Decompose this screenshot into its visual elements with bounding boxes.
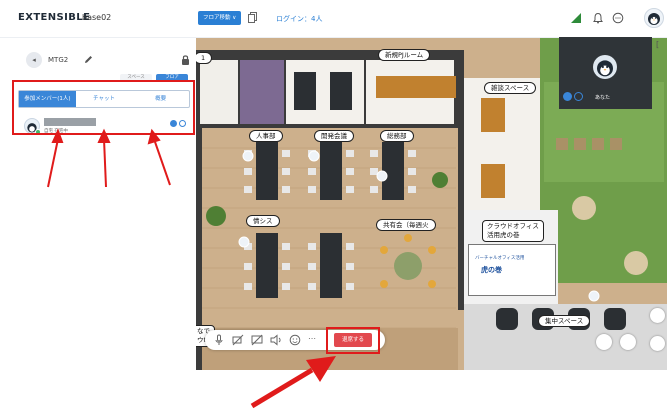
copy-icon[interactable]	[248, 12, 257, 23]
floor-move-button[interactable]: フロア移動 ∨	[198, 11, 242, 25]
room-header: ◂ MTG2	[26, 52, 192, 68]
user-avatar[interactable]	[644, 8, 664, 28]
shared-screen-thumbnail[interactable]: バーチャルオフィス活用 虎の巻	[468, 244, 556, 296]
room-label-info-sys: 情シス	[246, 215, 280, 227]
camera-video-icon[interactable]	[574, 92, 583, 101]
room-label-new-pj: 新規PJルーム	[378, 49, 431, 61]
room-label-cloud-office-line1: クラウドオフィス	[487, 222, 539, 230]
back-icon[interactable]: ◂	[26, 52, 42, 68]
room-label-dev-meeting: 開発会議	[314, 130, 354, 142]
screen-share-off-icon[interactable]	[251, 334, 263, 346]
room-label-partial: 1	[196, 52, 213, 64]
penguin-icon	[648, 13, 660, 25]
room-label-hr: 人事部	[249, 130, 283, 142]
chat-icon[interactable]	[612, 12, 624, 24]
camera-avatar	[593, 55, 617, 79]
lock-icon[interactable]	[181, 54, 190, 65]
app-root: EXTENSIBLE base02 フロア移動 ∨ ログイン：4人 ◂ MTG2…	[0, 0, 667, 413]
more-icon[interactable]: ⋯	[308, 334, 316, 343]
workspace-name: base02	[82, 13, 112, 22]
locate-icon[interactable]	[620, 334, 636, 350]
app-logo: EXTENSIBLE	[18, 12, 91, 23]
pencil-icon[interactable]	[84, 55, 93, 64]
room-label-focus-space: 集中スペース	[538, 315, 591, 327]
emoji-icon[interactable]	[289, 334, 301, 346]
camera-preview: あなた	[559, 37, 652, 109]
zoom-in-icon[interactable]	[596, 334, 612, 350]
speaker-icon[interactable]	[270, 334, 282, 346]
room-label-general-affairs: 総務部	[380, 130, 414, 142]
signal-icon	[571, 13, 581, 23]
side-comment-icon[interactable]	[650, 336, 665, 351]
penguin-icon	[597, 60, 613, 77]
room-label-cloud-office: クラウドオフィス 活用虎の巻	[482, 220, 544, 242]
camera-user-name: あなた	[595, 95, 611, 101]
login-count: ログイン：4人	[276, 15, 323, 23]
annotation-arrows-sidebar	[47, 128, 171, 188]
expand-icon[interactable]: [	[656, 40, 659, 49]
camera-mic-icon[interactable]	[563, 92, 572, 101]
room-label-cloud-office-line2: 活用虎の巻	[487, 231, 520, 239]
top-header: EXTENSIBLE base02 フロア移動 ∨ ログイン：4人	[0, 0, 667, 38]
camera-off-icon[interactable]	[232, 334, 244, 346]
room-label-chat-space: 雑談スペース	[484, 82, 537, 94]
room-name: MTG2	[48, 56, 69, 64]
screen-title: バーチャルオフィス活用	[475, 256, 525, 261]
room-label-sharing: 共有会（毎週火	[376, 219, 436, 231]
annotation-arrow-leave	[250, 356, 336, 409]
screen-main-text: 虎の巻	[481, 266, 502, 274]
bell-icon[interactable]	[592, 12, 604, 24]
side-chat-icon[interactable]	[650, 308, 665, 323]
mic-icon[interactable]	[213, 334, 225, 346]
